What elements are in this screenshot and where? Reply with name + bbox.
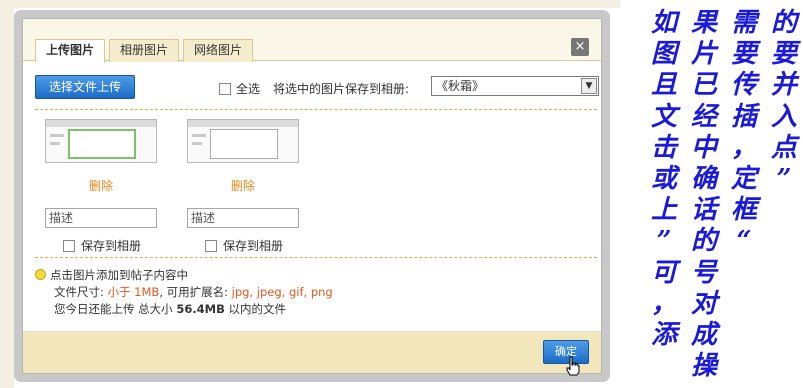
album-select[interactable]: 《秋霜》 ▼ [431,76,599,96]
image-item: 删除 描述 保存到相册 [187,119,299,254]
save-to-album-option[interactable]: 保存到相册 [205,237,299,254]
description-input[interactable]: 描述 [187,208,299,228]
annotation-text: 的要并入点” 需要传插，定框 “ 果片已经中确话的号对成操 如图且文击或上” 可，添 [620,8,800,384]
upload-toolbar: 选择文件上传 全选 将选中的图片保存到相册: 《秋霜》 ▼ [35,75,599,101]
tab-bar: 上传图片 相册图片 网络图片 × [23,19,601,63]
select-all-checkbox[interactable]: 全选 [219,80,260,97]
notes-line-3: 您今日还能上传 总大小 56.4MB 以内的文件 [54,302,287,316]
dialog-body: 上传图片 相册图片 网络图片 × 选择文件上传 全选 将选中的图片保存到相册: … [22,18,602,376]
tab-upload-image[interactable]: 上传图片 [35,39,106,63]
lightbulb-icon [35,269,46,280]
save-to-album-text: 保存到相册 [81,239,142,253]
save-to-album-label: 将选中的图片保存到相册: [273,82,410,96]
upload-dialog: 上传图片 相册图片 网络图片 × 选择文件上传 全选 将选中的图片保存到相册: … [14,10,610,382]
annotation-column: 需要传插，定框 “ [730,8,757,257]
dialog-footer: 确定 [23,331,601,376]
divider-bottom [35,257,597,258]
image-item: 删除 描述 保存到相册 [45,119,157,254]
save-to-album-text: 保存到相册 [223,239,284,253]
album-select-value: 《秋霜》 [436,79,485,93]
save-to-album-option[interactable]: 保存到相册 [63,237,157,254]
annotation-column: 的要并入点” [770,8,797,195]
page-background-top [0,0,620,8]
tab-album-image[interactable]: 相册图片 [109,39,180,62]
hand-cursor-icon [566,356,580,376]
annotation-column: 果片已经中确话的号对成操 [690,8,717,382]
tab-web-image[interactable]: 网络图片 [183,39,254,62]
delete-image-link[interactable]: 删除 [45,177,157,194]
upload-notes: 点击图片添加到帖子内容中 文件尺寸: 小于 1MB, 可用扩展名: jpg, j… [35,267,333,318]
annotation-column: 如图且文击或上” 可，添 [650,8,677,351]
image-thumbnail[interactable] [45,119,157,163]
description-input[interactable]: 描述 [45,208,157,228]
select-file-upload-button[interactable]: 选择文件上传 [35,75,135,99]
checkbox-icon[interactable] [205,240,217,252]
notes-line-1: 点击图片添加到帖子内容中 [35,267,333,284]
close-icon[interactable]: × [571,38,589,56]
checkbox-icon[interactable] [219,83,231,95]
select-all-label: 全选 [236,82,261,96]
image-thumbnail[interactable] [187,119,299,163]
notes-line-2: 文件尺寸: 小于 1MB, 可用扩展名: jpg, jpeg, gif, png [54,285,333,299]
divider-top [35,109,597,110]
page-background-left [0,0,14,388]
delete-image-link[interactable]: 删除 [187,177,299,194]
checkbox-icon[interactable] [63,240,75,252]
chevron-down-icon[interactable]: ▼ [581,78,597,94]
